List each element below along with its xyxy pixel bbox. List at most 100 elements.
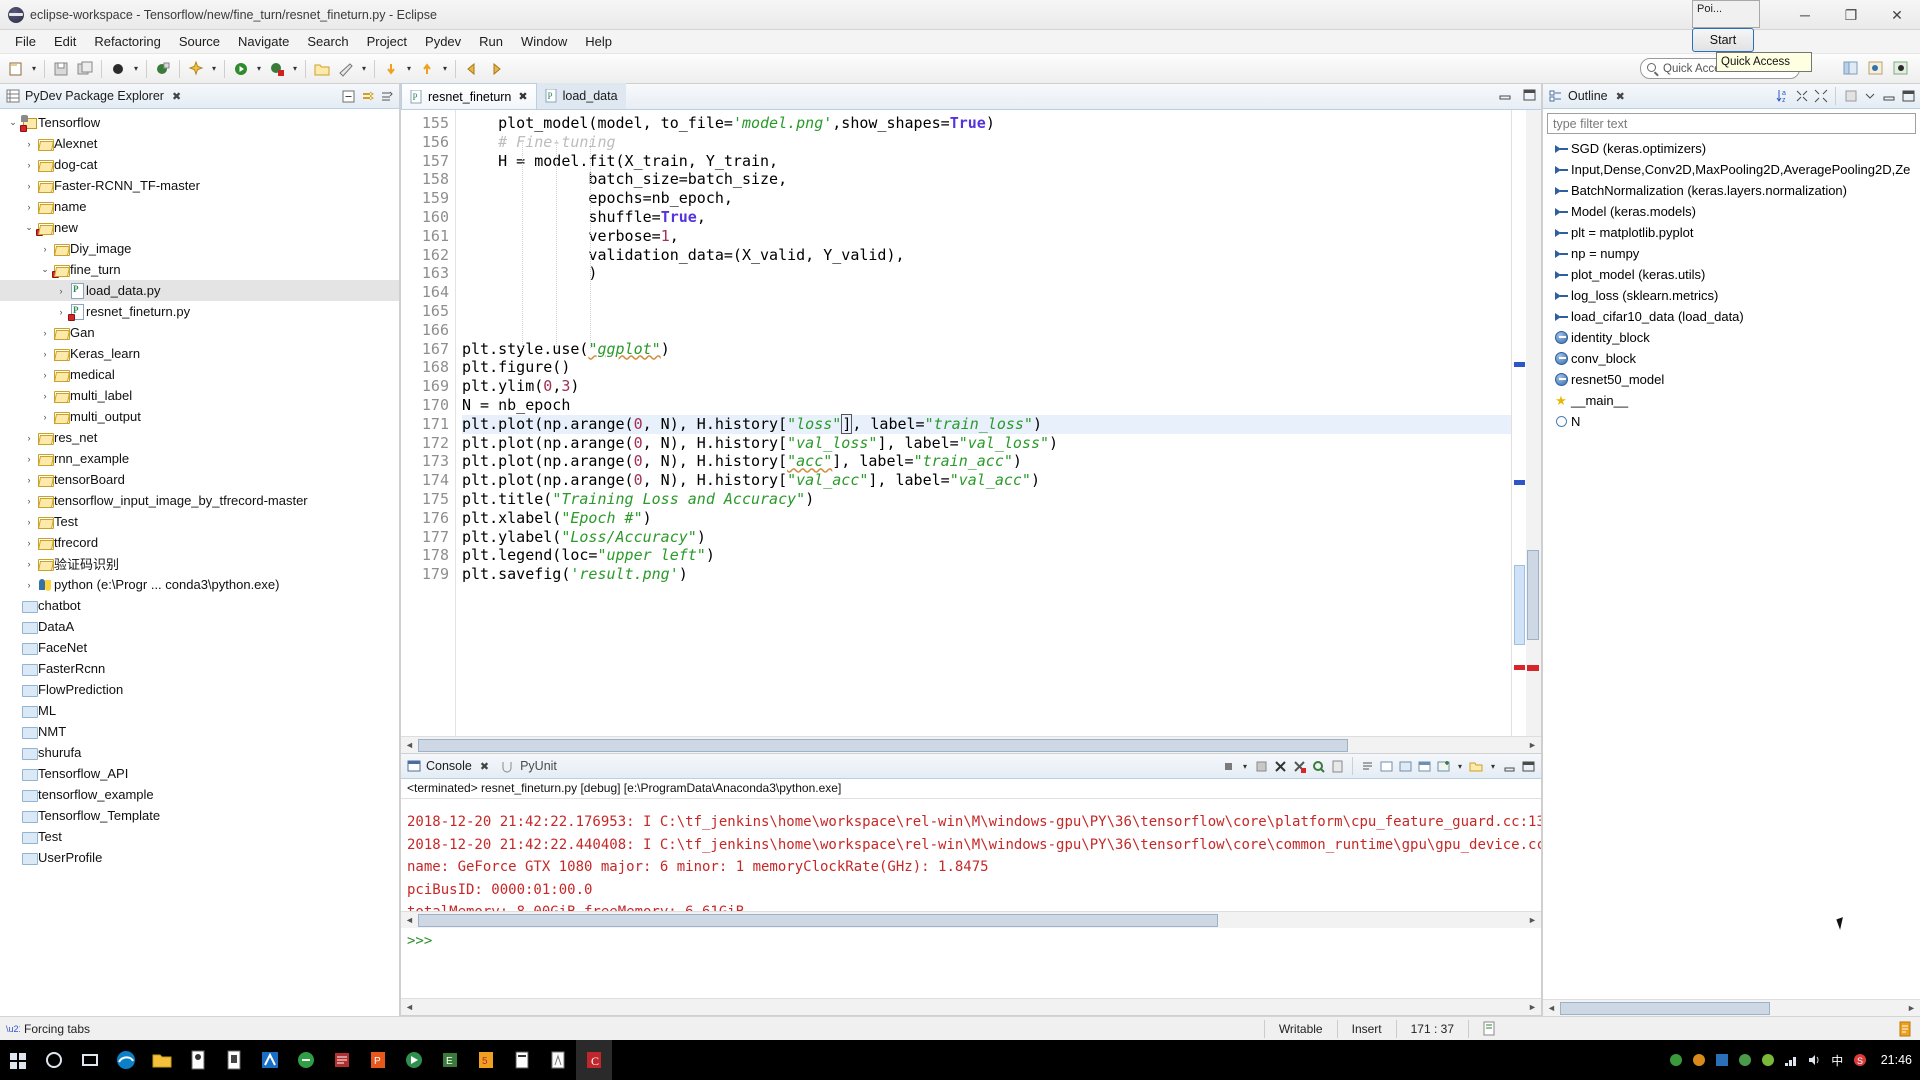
code-line[interactable]: verbose=1, [462,227,1511,246]
outline-view-menu-icon[interactable] [1861,88,1878,105]
console-horizontal-scrollbar[interactable]: ◄ ► [401,911,1541,928]
hscroll-track[interactable] [1560,1001,1903,1015]
tree-item[interactable]: › load_data.py [0,280,399,301]
tree-twisty-icon[interactable]: › [22,517,36,527]
editor-vertical-scrollbar[interactable] [1526,110,1541,736]
back-icon[interactable] [460,57,484,81]
code-line[interactable]: plt.figure() [462,358,1511,377]
tab-console[interactable]: Console ✖ [401,754,495,779]
tree-twisty-icon[interactable]: › [22,475,36,485]
tree-twisty-icon[interactable]: › [38,328,52,338]
tree-item[interactable]: FaceNet [0,637,399,658]
outline-item[interactable]: Model (keras.models) [1543,201,1920,222]
tree-twisty-icon[interactable]: › [54,307,68,317]
debug-dropdown-icon[interactable]: ▾ [130,57,142,81]
menu-search[interactable]: Search [298,32,357,51]
console-output[interactable]: 2018-12-20 21:42:22.176953: I C:\tf_jenk… [401,799,1541,911]
app-icon-8[interactable]: E [432,1040,468,1080]
console-prompt-area[interactable]: >>> [401,928,1541,998]
tree-twisty-icon[interactable]: › [22,559,36,569]
app-icon-1[interactable] [180,1040,216,1080]
code-line[interactable]: plt.plot(np.arange(0, N), H.history["val… [462,471,1511,490]
save-icon[interactable] [49,57,73,81]
tree-item[interactable]: › 验证码识别 [0,553,399,574]
outline-list[interactable]: SGD (keras.optimizers) Input,Dense,Conv2D… [1543,136,1920,999]
menu-file[interactable]: File [6,32,45,51]
app-icon-4[interactable] [288,1040,324,1080]
app-icon-6[interactable]: P [360,1040,396,1080]
view-menu-icon[interactable] [378,88,395,105]
app-icon-2[interactable] [216,1040,252,1080]
console-maximize-icon[interactable] [1520,758,1537,775]
hscroll-thumb[interactable] [418,913,1218,927]
tree-twisty-icon[interactable]: › [38,370,52,380]
editor-horizontal-scrollbar[interactable]: ◄ ► [401,736,1541,753]
tray-icon-1[interactable] [1668,1052,1685,1069]
tree-item[interactable]: › tfrecord [0,532,399,553]
tree-item[interactable]: › resnet_fineturn.py [0,301,399,322]
volume-icon[interactable] [1806,1052,1823,1069]
close-button[interactable]: ✕ [1874,0,1920,30]
tree-item[interactable]: ⌄ fine_turn [0,259,399,280]
tree-twisty-icon[interactable]: › [38,391,52,401]
scroll-right-icon[interactable]: ► [1524,913,1541,928]
tree-item[interactable]: DataA [0,616,399,637]
tree-item[interactable]: ⌄ Tensorflow [0,112,399,133]
pin-icon[interactable] [1416,758,1433,775]
code-line[interactable]: plt.plot(np.arange(0, N), H.history["los… [462,413,1511,434]
code-line[interactable]: epochs=nb_epoch, [462,189,1511,208]
outline-item[interactable]: Input,Dense,Conv2D,MaxPooling2D,AverageP… [1543,159,1920,180]
scroll-left-icon[interactable]: ◄ [401,738,418,753]
expand-all-outline-icon[interactable] [1812,88,1829,105]
tree-twisty-icon[interactable]: › [22,202,36,212]
app-icon-3[interactable] [252,1040,288,1080]
tray-icon-3[interactable] [1714,1052,1731,1069]
new-dropdown-icon[interactable]: ▾ [28,57,40,81]
minimize-editor-icon[interactable] [1497,87,1513,103]
collapse-all-outline-icon[interactable] [1793,88,1810,105]
tree-twisty-icon[interactable]: › [22,496,36,506]
tree-item[interactable]: ⌄ new [0,217,399,238]
outline-filter-input[interactable]: type filter text [1547,113,1916,134]
run-external-icon[interactable] [265,57,289,81]
close-icon[interactable]: ✖ [518,90,527,103]
code-line[interactable]: plt.xlabel("Epoch #") [462,509,1511,528]
link-with-editor-icon[interactable] [359,88,376,105]
display-selected-console-icon[interactable] [1397,758,1414,775]
word-wrap-icon[interactable] [1359,758,1376,775]
hscroll-thumb[interactable] [418,738,1348,752]
menu-window[interactable]: Window [512,32,576,51]
code-line[interactable] [462,283,1511,302]
outline-item[interactable]: BatchNormalization (keras.layers.normali… [1543,180,1920,201]
tree-item[interactable]: › dog-cat [0,154,399,175]
eclipse-taskbar-icon[interactable]: C [576,1040,612,1080]
app-icon-10[interactable] [504,1040,540,1080]
code-line[interactable]: validation_data=(X_valid, Y_valid), [462,246,1511,265]
outline-item[interactable]: identity_block [1543,327,1920,348]
open-console-icon[interactable] [1378,758,1395,775]
tab-pyunit[interactable]: PyUnit [495,754,563,779]
tree-twisty-icon[interactable]: › [22,454,36,464]
run-pydev-icon[interactable] [334,57,358,81]
console-prompt-scrollbar[interactable]: ◄ ► [401,998,1541,1015]
code-line[interactable] [462,321,1511,340]
tree-item[interactable]: › python (e:\Progr ... conda3\python.exe) [0,574,399,595]
tree-item[interactable]: FasterRcnn [0,658,399,679]
tray-icon-4[interactable] [1737,1052,1754,1069]
scroll-right-icon[interactable]: ► [1524,738,1541,753]
tree-twisty-icon[interactable]: › [38,244,52,254]
tree-twisty-icon[interactable]: › [22,433,36,443]
scroll-right-icon[interactable]: ► [1524,1000,1541,1015]
debug-perspective-icon[interactable] [1890,57,1912,79]
outline-maximize-icon[interactable] [1899,88,1916,105]
code-line[interactable]: plt.ylabel("Loss/Accuracy") [462,528,1511,547]
task-view-icon[interactable] [72,1040,108,1080]
tree-twisty-icon[interactable]: › [38,349,52,359]
tray-icon-2[interactable] [1691,1052,1708,1069]
run-icon[interactable] [229,57,253,81]
tree-item[interactable]: NMT [0,721,399,742]
hscroll-track[interactable] [418,913,1524,927]
scroll-lock-icon[interactable] [1310,758,1327,775]
tree-item[interactable]: › name [0,196,399,217]
tree-item[interactable]: › Keras_learn [0,343,399,364]
